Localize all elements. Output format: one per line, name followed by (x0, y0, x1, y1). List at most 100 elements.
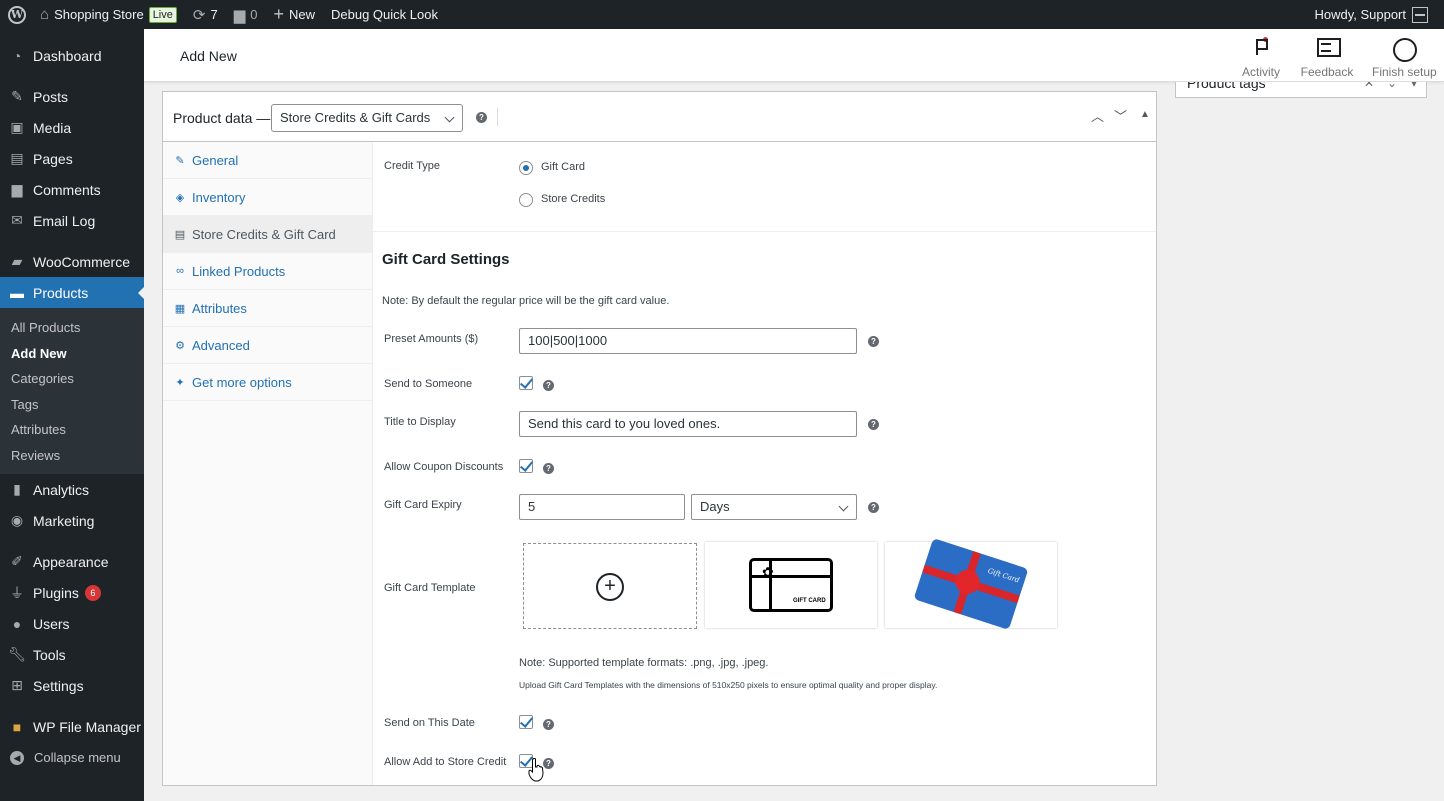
help-icon[interactable]: ? (868, 419, 879, 430)
help-icon[interactable]: ? (543, 463, 554, 474)
wordpress-logo-icon[interactable]: W (2, 0, 32, 29)
tab-store-credits-gift-card[interactable]: ▤ Store Credits & Gift Card (163, 216, 372, 253)
activity-label: Activity (1241, 65, 1280, 79)
howdy-text: Howdy, Support (1314, 7, 1406, 22)
menu-marketing[interactable]: ◉ Marketing (0, 505, 144, 536)
help-icon[interactable]: ? (543, 380, 554, 391)
product-type-select[interactable]: Store Credits & Gift Cards (271, 104, 463, 132)
gift-card-settings-title: Gift Card Settings (382, 251, 510, 268)
folder-icon: ■ (12, 718, 22, 735)
wrench-icon: 🔧︎ (8, 646, 26, 662)
feedback-button[interactable]: Feedback (1296, 37, 1358, 79)
menu-products[interactable]: ▬ Products (0, 277, 144, 308)
close-icon[interactable]: ✕ (1364, 82, 1374, 90)
page-title: Add New (180, 48, 237, 64)
title-to-display-label: Title to Display (384, 416, 456, 428)
chevron-down-icon[interactable]: ⌄ (1387, 82, 1397, 90)
chevron-down-icon (838, 501, 849, 512)
template-thumbnail-photo[interactable]: Gift Card (885, 538, 1057, 630)
tag-icon: ◈ (175, 191, 185, 204)
my-account-link[interactable]: Howdy, Support (1306, 0, 1436, 29)
menu-users[interactable]: ● Users (0, 608, 144, 639)
menu-dashboard[interactable]: ◔ Dashboard (0, 40, 144, 71)
tab-label: Store Credits & Gift Card (192, 226, 336, 242)
chart-icon: ▮ (13, 481, 21, 497)
menu-analytics[interactable]: ▮ Analytics (0, 474, 144, 505)
submenu-tags[interactable]: Tags (0, 392, 144, 418)
allow-coupon-checkbox[interactable] (519, 459, 533, 473)
plugin-icon: ✦ (175, 376, 185, 389)
tab-label: Inventory (192, 189, 246, 205)
list-icon: ▦ (174, 302, 186, 315)
menu-label: Products (33, 284, 89, 301)
menu-wp-file-manager[interactable]: ■ WP File Manager (0, 711, 144, 742)
help-icon[interactable]: ? (868, 502, 879, 513)
send-on-date-checkbox[interactable] (519, 715, 533, 729)
finish-setup-label: Finish setup (1372, 65, 1437, 79)
menu-label: Analytics (33, 481, 90, 498)
submenu-all-products[interactable]: All Products (0, 315, 144, 341)
site-name-link[interactable]: ⌂ Shopping Store Live (32, 0, 185, 29)
template-photo-text: Gift Card (986, 566, 1021, 585)
expiry-unit-select[interactable]: Days (691, 494, 857, 520)
debug-quick-look-link[interactable]: Debug Quick Look (323, 0, 446, 29)
tab-label: Linked Products (192, 263, 286, 279)
menu-tools[interactable]: 🔧︎ Tools (0, 639, 144, 670)
collapse-menu-button[interactable]: ◀ Collapse menu (0, 742, 144, 773)
send-to-someone-checkbox[interactable] (519, 376, 533, 390)
product-tags-box: Product tags ✕ ⌄ ▾ (1175, 82, 1427, 98)
menu-email-log[interactable]: ✉ Email Log (0, 205, 144, 236)
submenu-reviews[interactable]: Reviews (0, 443, 144, 469)
title-to-display-input[interactable]: Send this card to you loved ones. (519, 411, 857, 437)
menu-label: WooCommerce (33, 253, 130, 270)
menu-media[interactable]: ▣ Media (0, 112, 144, 143)
help-icon[interactable]: ? (543, 719, 554, 730)
add-template-button[interactable]: + (523, 543, 697, 629)
tab-advanced[interactable]: ⚙ Advanced (163, 327, 372, 364)
menu-label: Email Log (33, 212, 96, 229)
menu-plugins[interactable]: ⏚ Plugins 6 (0, 577, 144, 608)
finish-setup-button[interactable]: Finish setup (1372, 37, 1437, 79)
tab-inventory[interactable]: ◈ Inventory (163, 179, 372, 216)
comments-link[interactable]: ▆ 0 (226, 0, 266, 29)
menu-settings[interactable]: ⊞ Settings (0, 670, 144, 701)
gift-card-icon: ▤ (174, 228, 186, 241)
submenu-attributes[interactable]: Attributes (0, 417, 144, 443)
menu-posts[interactable]: ✎ Posts (0, 81, 144, 112)
menu-pages[interactable]: ▤ Pages (0, 143, 144, 174)
tab-linked-products[interactable]: ∞ Linked Products (163, 253, 372, 290)
tab-get-more-options[interactable]: ✦ Get more options (163, 364, 372, 401)
home-icon: ⌂ (40, 6, 50, 23)
store-credits-radio[interactable] (519, 193, 533, 207)
divider (497, 108, 498, 126)
template-thumbnail-outline[interactable]: ✿ GIFT CARD (705, 542, 877, 628)
template-card-text: GIFT CARD (793, 598, 826, 604)
tab-general[interactable]: ✎ General (163, 142, 372, 179)
expiry-value-input[interactable]: 5 (519, 494, 685, 520)
menu-woocommerce[interactable]: ▰ WooCommerce (0, 246, 144, 277)
help-icon[interactable]: ? (868, 336, 879, 347)
new-content-link[interactable]: + New (265, 0, 323, 29)
help-icon[interactable]: ? (476, 112, 487, 123)
move-down-icon[interactable]: ﹀ (1114, 106, 1127, 125)
archive-icon: ▬ (10, 284, 24, 301)
media-icon: ▣ (10, 119, 24, 135)
product-tags-title: Product tags (1187, 82, 1266, 91)
submenu-add-new[interactable]: Add New (0, 341, 144, 367)
menu-label: Appearance (33, 553, 109, 570)
tab-attributes[interactable]: ▦ Attributes (163, 290, 372, 327)
help-icon[interactable]: ? (543, 758, 554, 769)
move-up-icon[interactable]: ︿ (1091, 106, 1104, 125)
menu-appearance[interactable]: ✐ Appearance (0, 546, 144, 577)
arrow-down-icon[interactable]: ▾ (1411, 82, 1417, 90)
updates-link[interactable]: ⟳ 7 (185, 0, 226, 29)
submenu-categories[interactable]: Categories (0, 366, 144, 392)
activity-button[interactable]: Activity (1230, 37, 1292, 79)
toggle-panel-icon[interactable]: ▲ (1140, 109, 1150, 120)
preset-amounts-input[interactable]: 100|500|1000 (519, 328, 857, 354)
send-on-date-label: Send on This Date (384, 717, 475, 729)
gift-card-radio[interactable] (519, 161, 533, 175)
menu-comments[interactable]: ▆ Comments (0, 174, 144, 205)
tab-label: Get more options (192, 374, 292, 390)
store-credits-radio-label: Store Credits (541, 193, 606, 205)
